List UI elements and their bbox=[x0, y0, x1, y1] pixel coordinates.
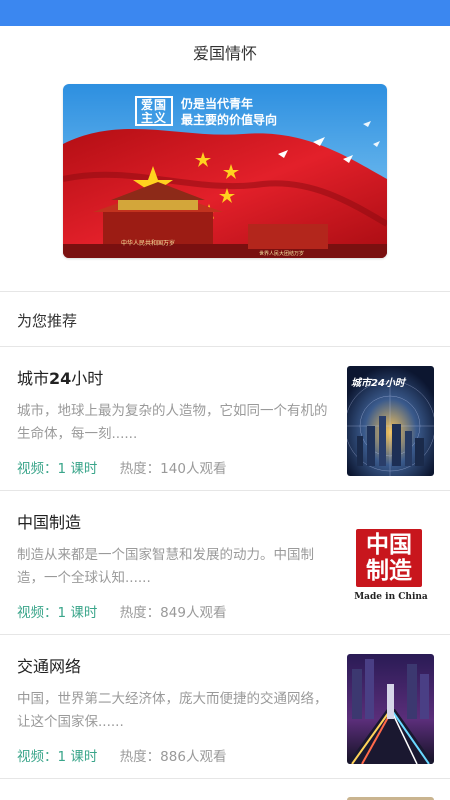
course-title: 交通网络 bbox=[17, 657, 82, 676]
course-title-part: 城市 bbox=[17, 369, 50, 388]
course-views: 热度：140人观看 bbox=[119, 461, 227, 477]
course-title: 城市24小时 bbox=[17, 365, 103, 389]
course-description: 城市，地球上最为复杂的人造物，它如同一个有机的生命体，每一刻...... bbox=[17, 403, 328, 442]
course-meta: 视频：1 课时 热度：886人观看 bbox=[17, 745, 226, 765]
course-item-made-in-china[interactable]: 中国制造 制造从来都是一个国家智慧和发展的动力。中国制造，一个全球认知.....… bbox=[0, 491, 450, 633]
course-description: 制造从来都是一个国家智慧和发展的动力。中国制造，一个全球认知...... bbox=[17, 547, 314, 586]
course-video-count: 视频：1 课时 bbox=[17, 461, 98, 477]
thumb-caption: Made in China bbox=[354, 592, 428, 602]
page-title: 爱国情怀 bbox=[0, 26, 450, 78]
course-title: 中国制造 bbox=[17, 513, 82, 532]
banner-badge: 爱国 主义 bbox=[135, 96, 173, 126]
slogan-line-2: 最主要的价值导向 bbox=[181, 113, 278, 127]
course-thumbnail: 中国制造 Made in China bbox=[347, 510, 434, 620]
divider bbox=[0, 778, 450, 779]
course-meta: 视频：1 课时 热度：140人观看 bbox=[17, 457, 226, 477]
page-title-text: 爱国情怀 bbox=[192, 44, 257, 63]
thumb-title: 城市24小时 bbox=[351, 378, 405, 389]
course-meta: 视频：1 课时 热度：849人观看 bbox=[17, 601, 226, 621]
banner-image[interactable]: 爱国 主义 仍是当代青年 最主要的价值导向 中华人民共和国万岁 世界人民大团结万… bbox=[63, 84, 387, 258]
course-video-count: 视频：1 课时 bbox=[17, 605, 98, 621]
banner-slogan: 仍是当代青年 最主要的价值导向 bbox=[181, 96, 277, 128]
course-title-number: 24 bbox=[49, 369, 72, 388]
course-views: 热度：886人观看 bbox=[119, 749, 227, 765]
status-bar bbox=[0, 0, 450, 26]
course-thumbnail bbox=[347, 654, 434, 764]
section-separator bbox=[0, 291, 450, 292]
course-item-transport-network[interactable]: 交通网络 中国，世界第二大经济体，庞大而便捷的交通网络，让这个国家保......… bbox=[0, 635, 450, 777]
recommend-heading: 为您推荐 bbox=[17, 312, 78, 330]
course-thumbnail: 城市24小时 bbox=[347, 366, 434, 476]
slogan-line-1: 仍是当代青年 bbox=[181, 97, 254, 111]
thumb-stamp-text: 中国制造 bbox=[366, 531, 412, 584]
course-description: 中国，世界第二大经济体，庞大而便捷的交通网络，让这个国家保...... bbox=[17, 691, 328, 730]
course-video-count: 视频：1 课时 bbox=[17, 749, 98, 765]
badge-line-2: 主义 bbox=[140, 111, 167, 125]
course-item-city-24h[interactable]: 城市24小时 城市，地球上最为复杂的人造物，它如同一个有机的生命体，每一刻...… bbox=[0, 347, 450, 489]
course-title-part: 小时 bbox=[71, 369, 104, 388]
gate-sign: 中华人民共和国万岁 bbox=[121, 240, 176, 247]
gate-sign-2: 世界人民大团结万岁 bbox=[259, 251, 305, 257]
course-views: 热度：849人观看 bbox=[119, 605, 227, 621]
